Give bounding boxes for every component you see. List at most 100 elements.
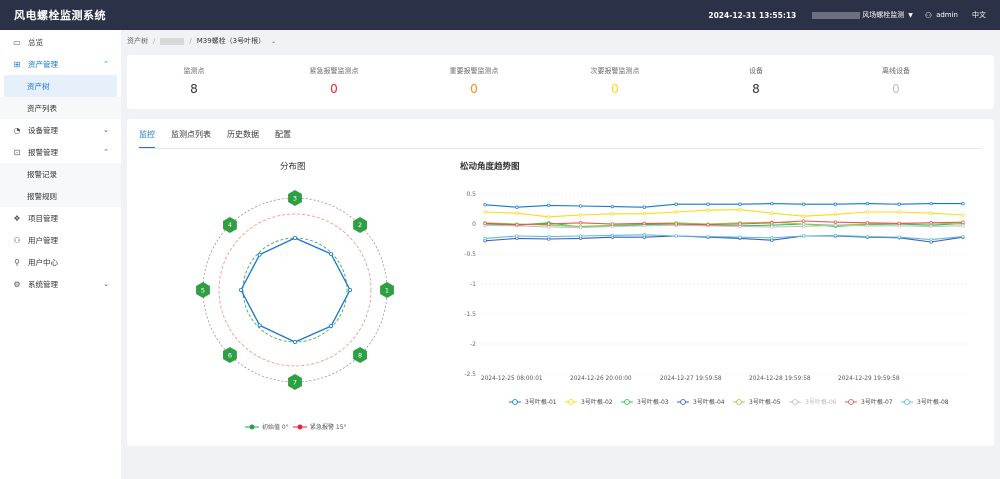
sidebar-item-assets[interactable]: ⊞ 资产管理 ⌃ [0, 53, 121, 75]
legend-swatch-dot [512, 399, 518, 405]
data-point [865, 201, 870, 206]
tab-config[interactable]: 配置 [275, 127, 291, 147]
data-point [738, 207, 742, 212]
stat-label: 监测点 [183, 67, 205, 75]
legend-item[interactable]: 3号叶根-01 [525, 398, 557, 406]
data-point [833, 212, 838, 217]
data-point [738, 235, 742, 239]
sidebar-item-label: 用户中心 [28, 257, 58, 267]
data-point [642, 233, 646, 237]
y-tick-label: 0 [472, 221, 476, 228]
legend-item[interactable]: 3号叶根-03 [637, 398, 669, 406]
monitor-icon: ▭ [13, 37, 21, 47]
breadcrumb-separator: / [153, 37, 156, 45]
y-tick-label: -0.5 [464, 251, 476, 258]
sidebar-item-overview[interactable]: ▭ 总览 [0, 31, 121, 53]
sidebar-item-alarms[interactable]: ⊡ 报警管理 ⌃ [0, 141, 121, 163]
data-point [515, 211, 519, 215]
bolt-marker-label: 1 [385, 286, 389, 294]
chevron-down-icon[interactable]: ▼ [908, 12, 913, 19]
tab-divider [139, 148, 982, 149]
user-menu[interactable]: admin [936, 11, 958, 19]
legend-item[interactable]: 3号叶根-04 [693, 398, 725, 406]
data-point [961, 224, 965, 228]
legend-item[interactable]: 3号叶根-08 [917, 398, 949, 406]
sidebar-item-projects[interactable]: ❖ 项目管理 [0, 207, 121, 229]
sidebar-item-users[interactable]: ⚇ 用户管理 [0, 229, 121, 251]
data-point [706, 208, 710, 212]
sidebar-subitem-alarm-records[interactable]: 报警记录 [0, 163, 121, 185]
bolt-angle-point [292, 236, 297, 241]
data-point [515, 234, 519, 238]
sidebar-item-devices[interactable]: ◔ 设备管理 ⌄ [0, 119, 121, 141]
data-point [897, 221, 901, 226]
stat-offline-devices: 离线设备 0 [836, 66, 956, 96]
stat-label: 离线设备 [882, 67, 910, 75]
data-point [897, 235, 901, 239]
sidebar-subitem-alarm-rules[interactable]: 报警规则 [0, 185, 121, 207]
legend-swatch-dot [904, 399, 910, 405]
sidebar-item-label: 设备管理 [28, 125, 58, 135]
y-tick-label: -1.5 [464, 311, 476, 318]
tab-monitor[interactable]: 监控 [139, 127, 155, 149]
bolt-angle-point [347, 288, 352, 293]
current-datetime: 2024-12-31 13:55:13 [708, 10, 797, 20]
series-line [484, 203, 963, 208]
data-point [610, 204, 615, 209]
bolt-angle-point [257, 252, 262, 257]
data-point [865, 221, 870, 225]
sidebar-subitem-asset-tree[interactable]: 资产树 [4, 75, 117, 97]
language-switch[interactable]: 中文 [972, 10, 986, 20]
legend-item[interactable]: 3号叶根-07 [861, 398, 893, 406]
system-selector[interactable]: 风场螺栓监测 [862, 10, 904, 20]
chevron-down-icon[interactable]: ⌄ [271, 38, 276, 45]
stat-major-alarm: 重要报警监测点 0 [414, 66, 534, 96]
chevron-down-icon: ⌄ [103, 280, 109, 288]
bolt-angle-point [329, 324, 334, 329]
tab-history[interactable]: 历史数据 [227, 127, 259, 147]
stat-label: 次要报警监测点 [590, 67, 640, 75]
legend-item[interactable]: 3号叶根-05 [749, 398, 781, 406]
breadcrumb-root[interactable]: 资产树 [127, 36, 148, 46]
sidebar-item-label: 总览 [28, 37, 43, 47]
legend-item[interactable]: 3号叶根-06 [805, 398, 837, 406]
bolt-marker-label: 2 [358, 221, 362, 229]
tab-bar: 监控 监测点列表 历史数据 配置 [139, 127, 307, 149]
breadcrumb-separator: / [189, 37, 192, 45]
data-point [770, 201, 774, 206]
breadcrumb-current: M39螺栓（3号叶根） [196, 37, 266, 45]
users-icon: ⚇ [13, 235, 21, 245]
data-point [833, 223, 838, 227]
y-tick-label: -2 [470, 341, 476, 348]
data-point [961, 213, 965, 217]
masked-text [812, 11, 861, 19]
legend-item[interactable]: 3号叶根-02 [581, 398, 613, 406]
data-point [738, 222, 742, 226]
stat-value: 0 [330, 82, 338, 96]
sidebar-item-system[interactable]: ⚙ 系统管理 ⌄ [0, 273, 121, 295]
data-point [642, 212, 646, 216]
data-point [929, 237, 933, 242]
data-point [929, 224, 933, 229]
chevron-up-icon: ⌃ [103, 60, 109, 68]
data-point [674, 234, 678, 238]
breadcrumb: 资产树 / / M39螺栓（3号叶根） ⌄ [127, 34, 276, 48]
tab-point-list[interactable]: 监测点列表 [171, 127, 211, 147]
data-point [515, 205, 519, 209]
sidebar-subitem-asset-list[interactable]: 资产列表 [0, 97, 121, 119]
stat-minor-alarm: 次要报警监测点 0 [555, 66, 675, 96]
x-tick-label: 2024-12-29 19:59:58 [838, 376, 900, 382]
stat-value: 0 [892, 82, 900, 96]
data-point [770, 221, 774, 225]
data-point [483, 236, 487, 241]
x-tick-label: 2024-12-27 19:59:58 [660, 376, 722, 382]
bolt-angle-point [292, 339, 297, 344]
user-icon: ⚇ [924, 10, 933, 20]
bolt-marker-label: 4 [228, 221, 232, 229]
sidebar-item-user-center[interactable]: ⚲ 用户中心 [0, 251, 121, 273]
data-point [578, 234, 583, 238]
data-point [547, 215, 551, 219]
data-point [578, 221, 583, 225]
data-point [738, 202, 742, 206]
bolt-marker-label: 8 [358, 351, 362, 359]
